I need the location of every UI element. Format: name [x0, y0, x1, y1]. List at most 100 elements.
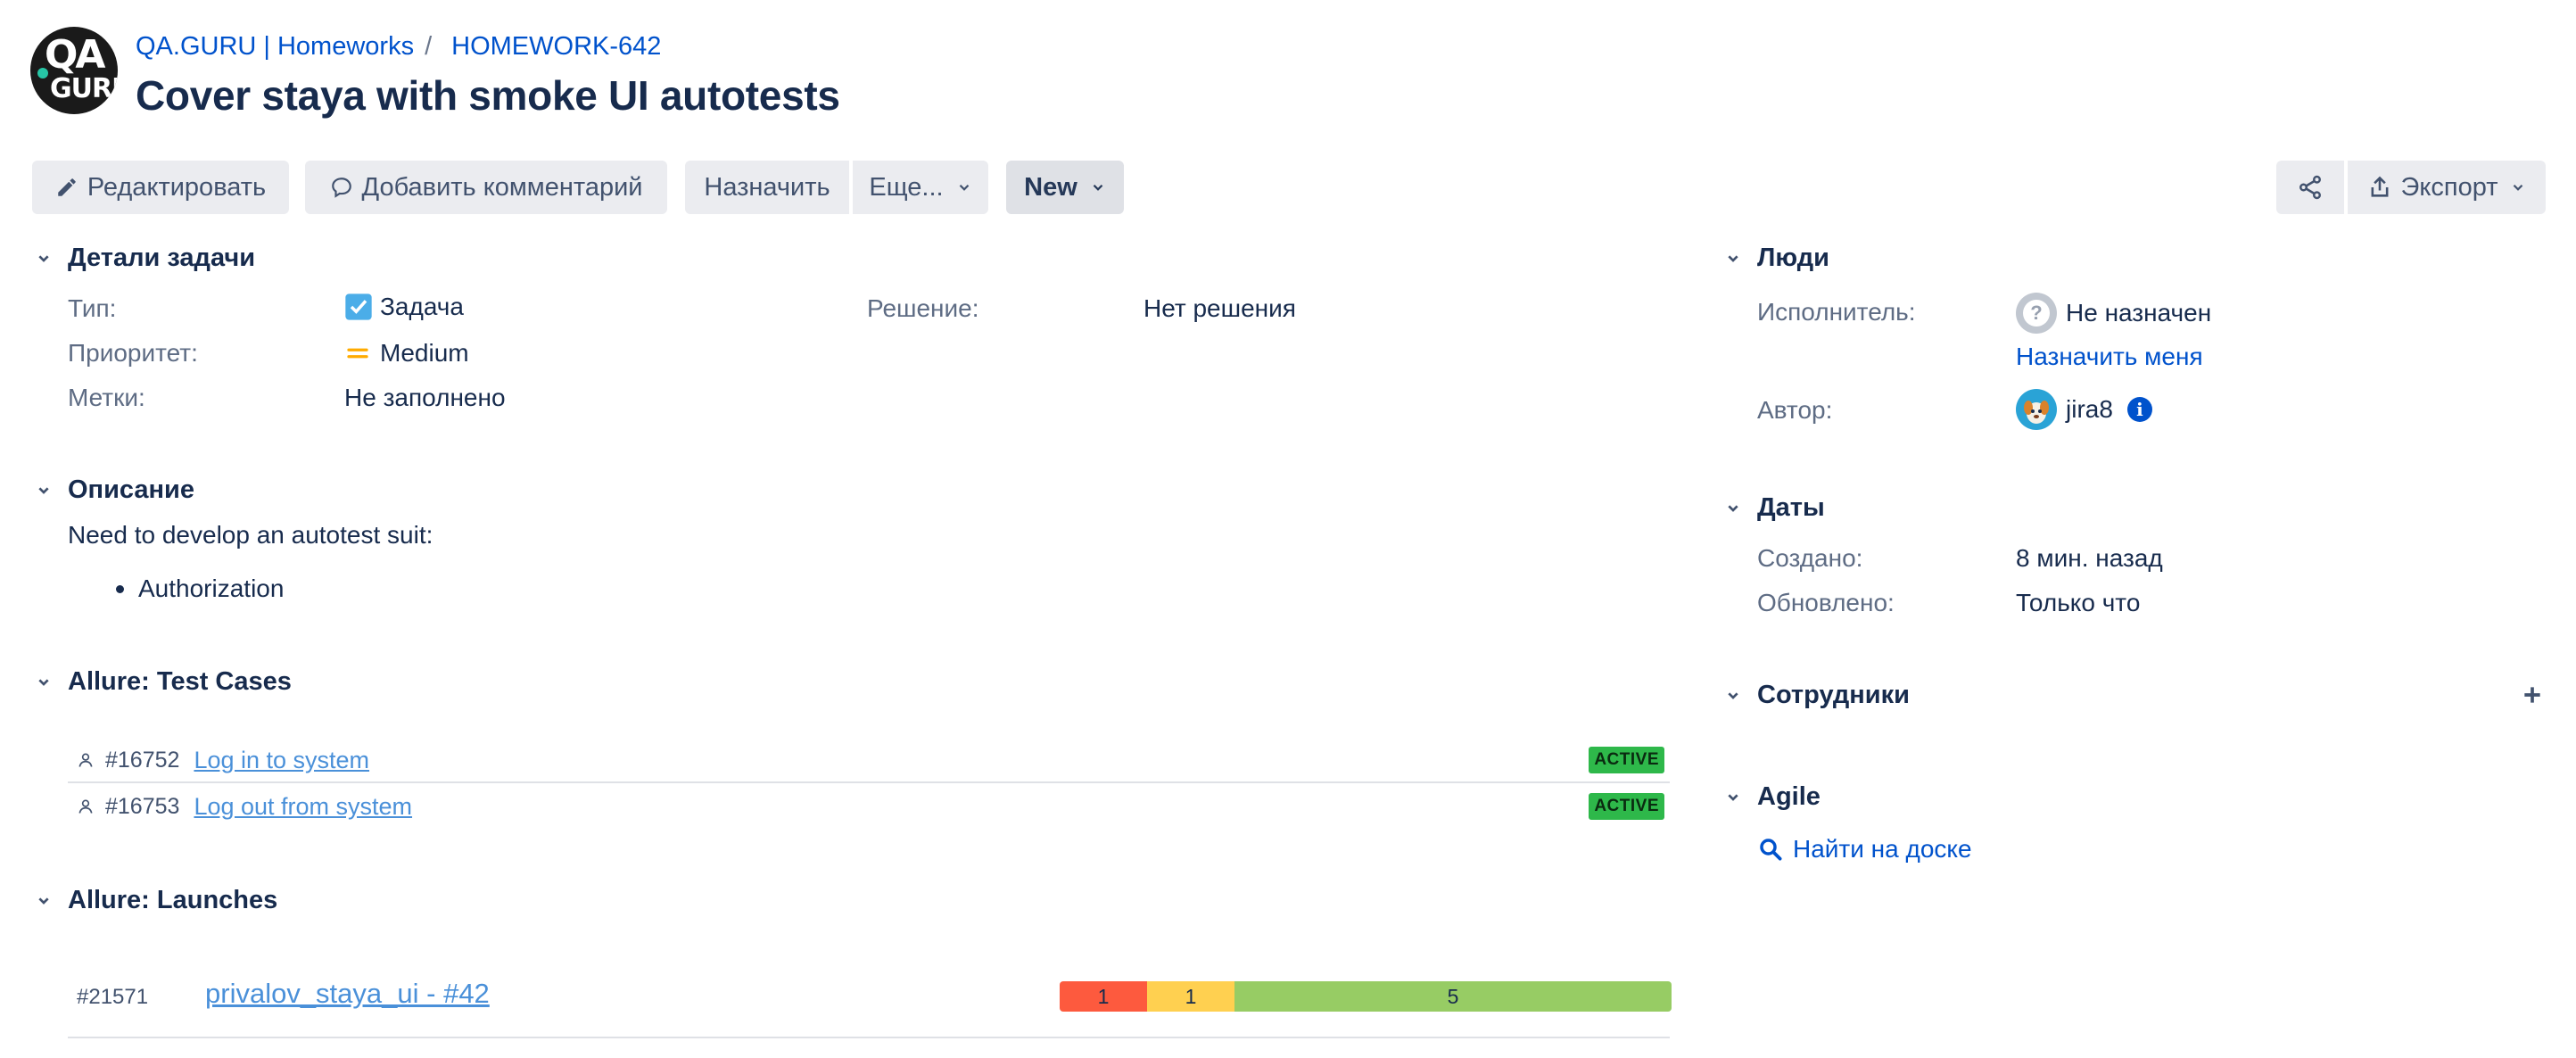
export-label: Экспорт: [2400, 172, 2498, 202]
more-button[interactable]: Еще...: [853, 161, 988, 214]
more-label: Еще...: [869, 172, 944, 202]
reporter-text: jira8: [2066, 395, 2113, 423]
logo-text-bottom: GURU: [50, 73, 118, 104]
status-button[interactable]: New: [1006, 161, 1124, 214]
chevron-down-icon: [1090, 179, 1106, 195]
assignee-value[interactable]: ? Не назначен: [2016, 293, 2211, 334]
resolution-label: Решение:: [867, 294, 979, 322]
add-comment-label: Добавить комментарий: [361, 172, 643, 202]
breadcrumb: QA.GURU | Homeworks / HOMEWORK-642: [136, 32, 661, 62]
share-icon: [2297, 174, 2324, 201]
row-divider: [68, 1037, 1670, 1038]
status-badge: ACTIVE: [1589, 793, 1664, 820]
share-button[interactable]: [2276, 161, 2344, 214]
description-title: Описание: [68, 475, 194, 504]
info-icon[interactable]: i: [2126, 397, 2152, 422]
launches-title: Allure: Launches: [68, 886, 278, 914]
launch-id: #21571: [77, 985, 149, 1009]
export-icon: [2367, 175, 2392, 200]
test-case-row: #16752 Log in to system ACTIVE: [68, 737, 1670, 783]
updated-label: Обновлено:: [1757, 589, 1895, 616]
assignee-text: Не назначен: [2066, 299, 2212, 326]
description-section-toggle[interactable]: Описание: [32, 475, 194, 505]
description-list-item: Authorization: [116, 574, 284, 603]
list-item-text: Authorization: [138, 574, 285, 602]
status-badge: ACTIVE: [1589, 747, 1664, 773]
comment-icon: [330, 176, 353, 199]
find-on-board-label: Найти на доске: [1793, 835, 1972, 863]
details-title: Детали задачи: [68, 244, 256, 272]
staff-section-toggle[interactable]: Сотрудники: [1721, 681, 1910, 710]
labels-value[interactable]: Не заполнено: [344, 384, 506, 412]
dates-section-toggle[interactable]: Даты: [1721, 493, 1825, 523]
dates-title: Даты: [1757, 493, 1825, 522]
logo-dot: [37, 68, 48, 79]
chevron-down-icon: [32, 479, 55, 502]
staff-title: Сотрудники: [1757, 681, 1910, 709]
type-label: Тип:: [68, 294, 117, 322]
page-title[interactable]: Cover staya with smoke UI autotests: [136, 71, 840, 120]
pencil-icon: [55, 176, 78, 199]
chevron-down-icon: [1721, 786, 1745, 809]
people-title: Люди: [1757, 244, 1829, 272]
chevron-down-icon: [32, 671, 55, 694]
user-icon: [77, 751, 96, 769]
launch-stats-bar: 1 1 5: [1060, 981, 1672, 1012]
details-section-toggle[interactable]: Детали задачи: [32, 244, 255, 273]
passed-count-segment: 5: [1234, 981, 1672, 1012]
user-icon: [77, 798, 96, 815]
agile-section-toggle[interactable]: Agile: [1721, 782, 1821, 812]
breadcrumb-separator: /: [425, 32, 433, 61]
labels-label: Метки:: [68, 384, 145, 411]
reporter-label: Автор:: [1757, 396, 1833, 424]
agile-title: Agile: [1757, 782, 1821, 811]
assignee-label: Исполнитель:: [1757, 298, 1916, 326]
chevron-down-icon: [1721, 684, 1745, 707]
reporter-value[interactable]: jira8 i: [2016, 389, 2152, 430]
created-value: 8 мин. назад: [2016, 544, 2163, 572]
test-cases-section-toggle[interactable]: Allure: Test Cases: [32, 667, 292, 697]
task-icon: [344, 293, 373, 321]
breadcrumb-project-link[interactable]: QA.GURU | Homeworks: [136, 32, 414, 62]
bullet: [116, 584, 124, 593]
test-case-link[interactable]: Log out from system: [194, 793, 412, 821]
add-comment-button[interactable]: Добавить комментарий: [305, 161, 667, 214]
assign-label: Назначить: [704, 172, 830, 202]
test-case-link[interactable]: Log in to system: [194, 747, 369, 774]
find-on-board-link[interactable]: Найти на доске: [1757, 835, 1972, 864]
description-text[interactable]: Need to develop an autotest suit:: [68, 521, 433, 550]
assign-to-me-link[interactable]: Назначить меня: [2016, 343, 2203, 371]
logo-text-top: QA: [45, 32, 105, 78]
people-section-toggle[interactable]: Люди: [1721, 244, 1829, 273]
chevron-down-icon: [1721, 497, 1745, 520]
edit-button[interactable]: Редактировать: [32, 161, 289, 214]
export-button[interactable]: Экспорт: [2348, 161, 2546, 214]
priority-text: Medium: [380, 339, 469, 367]
test-case-id: #16752: [105, 747, 180, 773]
unassigned-avatar-icon: ?: [2016, 293, 2057, 334]
priority-label: Приоритет:: [68, 339, 198, 367]
chevron-down-icon: [32, 247, 55, 270]
edit-button-label: Редактировать: [87, 172, 267, 202]
priority-value: Medium: [344, 339, 469, 368]
project-avatar[interactable]: QA GURU: [30, 27, 118, 114]
add-icon[interactable]: [2521, 683, 2544, 707]
breadcrumb-issue-link[interactable]: HOMEWORK-642: [451, 32, 661, 62]
test-cases-title: Allure: Test Cases: [68, 667, 292, 696]
test-case-row: #16753 Log out from system ACTIVE: [68, 783, 1670, 830]
chevron-down-icon: [2510, 179, 2526, 195]
launches-section-toggle[interactable]: Allure: Launches: [32, 886, 277, 915]
failed-count-segment: 1: [1060, 981, 1147, 1012]
type-value: Задача: [344, 293, 464, 321]
test-case-id: #16753: [105, 793, 180, 819]
updated-value: Только что: [2016, 589, 2141, 616]
user-avatar: [2016, 389, 2057, 430]
priority-medium-icon: [344, 340, 371, 367]
created-label: Создано:: [1757, 544, 1863, 572]
search-icon: [1757, 836, 1784, 863]
resolution-value: Нет решения: [1144, 294, 1296, 322]
chevron-down-icon: [32, 889, 55, 913]
type-text: Задача: [380, 293, 464, 320]
launch-link[interactable]: privalov_staya_ui - #42: [205, 978, 490, 1010]
assign-button[interactable]: Назначить: [685, 161, 849, 214]
